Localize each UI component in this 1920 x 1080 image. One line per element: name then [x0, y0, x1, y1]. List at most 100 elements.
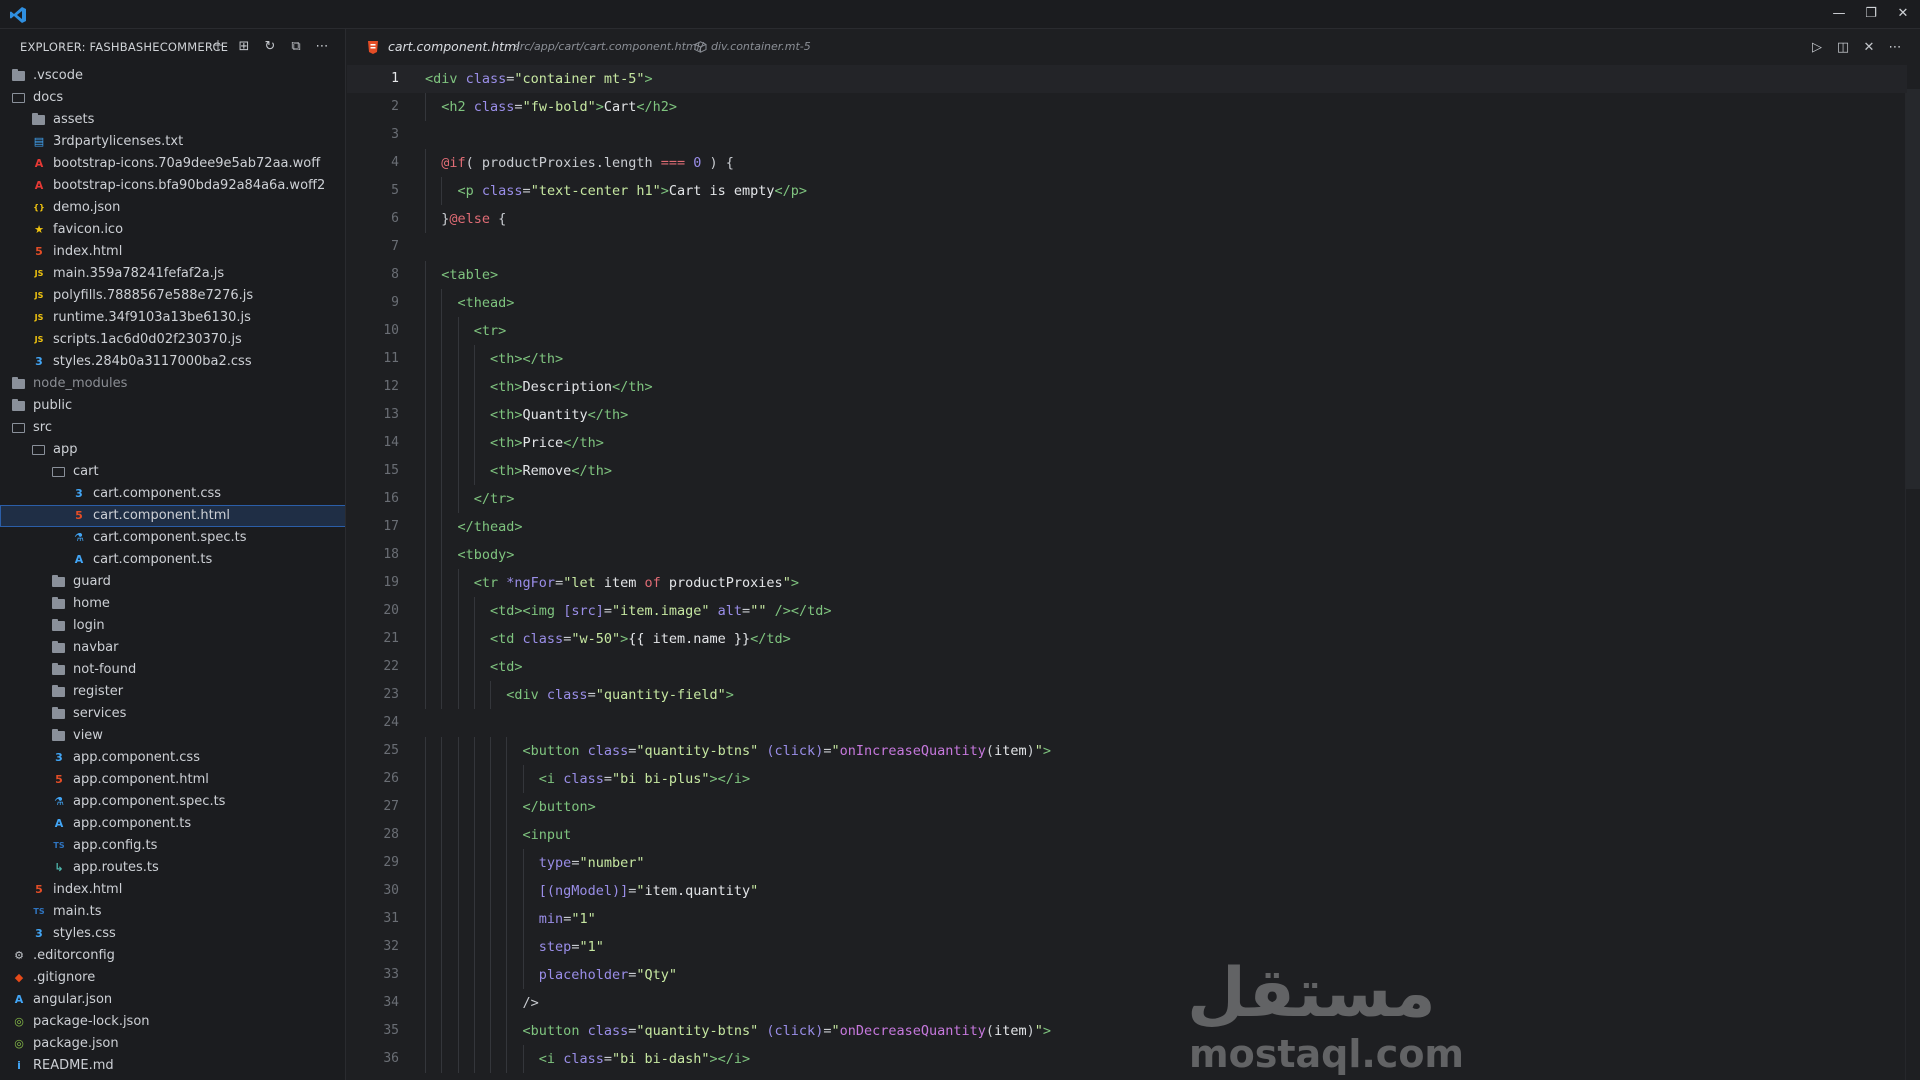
- code-token: >: [725, 687, 734, 703]
- tree-item[interactable]: Abootstrap-icons.bfa90bda92a84a6a.woff2: [0, 175, 345, 197]
- more-editor-actions-button[interactable]: ⋯: [1885, 38, 1905, 58]
- code-token: Remove: [522, 463, 572, 479]
- code-text: </tr>: [425, 485, 515, 513]
- tree-item[interactable]: src: [0, 417, 345, 439]
- tree-item[interactable]: 3 styles.284b0a3117000ba2.css: [0, 351, 345, 373]
- new-file-button[interactable]: ＋: [209, 38, 227, 56]
- tree-item[interactable]: 5 cart.component.html: [0, 505, 345, 527]
- tree-item[interactable]: i README.md: [0, 1055, 345, 1077]
- tree-item[interactable]: docs: [0, 87, 345, 109]
- line-number: 1: [391, 71, 399, 86]
- line-number: 6: [391, 211, 399, 226]
- tree-item[interactable]: node_modules: [0, 373, 345, 395]
- tree-item[interactable]: public: [0, 395, 345, 417]
- tree-item[interactable]: JS main.359a78241fefaf2a.js: [0, 263, 345, 285]
- tree-item[interactable]: ▤ 3rdpartylicenses.txt: [0, 131, 345, 153]
- tree-item[interactable]: 5 app.component.html: [0, 769, 345, 791]
- font-file-icon: A: [34, 157, 44, 170]
- tree-item[interactable]: services: [0, 703, 345, 725]
- tree-item[interactable]: ◆ .gitignore: [0, 967, 345, 989]
- tree-item[interactable]: Aangular.json: [0, 989, 345, 1011]
- code-token: @else: [449, 211, 491, 227]
- tree-item[interactable]: view: [0, 725, 345, 747]
- tree-item[interactable]: Aapp.component.ts: [0, 813, 345, 835]
- line-number: 18: [383, 547, 399, 562]
- code-line: 7: [347, 233, 1907, 261]
- code-token: </p>: [774, 183, 808, 199]
- code-token: <div: [506, 687, 547, 703]
- tree-item[interactable]: Acart.component.ts: [0, 549, 345, 571]
- split-editor-icon: ◫: [1836, 40, 1850, 55]
- tree-item[interactable]: 3 cart.component.css: [0, 483, 345, 505]
- tree-item[interactable]: ◎ package.json: [0, 1033, 345, 1055]
- tree-item[interactable]: register: [0, 681, 345, 703]
- tree-item[interactable]: ⚗ app.component.spec.ts: [0, 791, 345, 813]
- line-number: 28: [383, 827, 399, 842]
- tree-item[interactable]: 5 index.html: [0, 241, 345, 263]
- breadcrumb-file[interactable]: cart.component.html: [388, 39, 520, 54]
- new-folder-button[interactable]: ⊞: [235, 38, 253, 56]
- explorer-header: EXPLORER: FASHBASHECOMMERCE ＋ ⊞ ↻ ⧉ ⋯: [0, 29, 345, 65]
- folder-icon: [52, 619, 65, 631]
- code-line: 4 @if( productProxies.length === 0 ) {: [347, 149, 1907, 177]
- tree-item[interactable]: TS app.config.ts: [0, 835, 345, 857]
- tree-item[interactable]: ↳ app.routes.ts: [0, 857, 345, 879]
- code-token: class: [563, 771, 604, 787]
- breadcrumb: cart.component.html src/app/cart/cart.co…: [347, 29, 1920, 65]
- tree-item-label: runtime.34f9103a13be6130.js: [53, 310, 251, 325]
- tree-item[interactable]: Abootstrap-icons.70a9dee9e5ab72aa.woff: [0, 153, 345, 175]
- line-number: 7: [391, 239, 399, 254]
- tree-item-label: cart.component.css: [93, 486, 222, 501]
- tree-item[interactable]: home: [0, 593, 345, 615]
- tree-item[interactable]: ⚙ .editorconfig: [0, 945, 345, 967]
- code-token: =: [603, 771, 612, 787]
- tree-item[interactable]: TS main.ts: [0, 901, 345, 923]
- css-file-icon: 3: [35, 355, 43, 368]
- css-file-icon: 3: [75, 487, 83, 500]
- close-editor-button[interactable]: ✕: [1859, 38, 1879, 58]
- tree-item[interactable]: .vscode: [0, 65, 345, 87]
- code-token: <thead>: [457, 295, 515, 311]
- tree-item[interactable]: login: [0, 615, 345, 637]
- code-token: </th>: [571, 463, 612, 479]
- tree-item[interactable]: cart: [0, 461, 345, 483]
- tree-item[interactable]: JS runtime.34f9103a13be6130.js: [0, 307, 345, 329]
- tree-item[interactable]: ◎ package-lock.json: [0, 1011, 345, 1033]
- code-token: item: [603, 575, 645, 591]
- more-actions-button[interactable]: ⋯: [313, 38, 331, 56]
- tree-item[interactable]: ★ favicon.ico: [0, 219, 345, 241]
- breadcrumb-path[interactable]: src/app/cart/cart.component.html/: [514, 40, 703, 53]
- tree-item[interactable]: JS polyfills.7888567e588e7276.js: [0, 285, 345, 307]
- split-editor-button[interactable]: ◫: [1833, 38, 1853, 58]
- code-token: </th>: [563, 435, 604, 451]
- run-button[interactable]: ▷: [1807, 38, 1827, 58]
- restore-button[interactable]: ❐: [1858, 4, 1884, 24]
- tree-item[interactable]: assets: [0, 109, 345, 131]
- tree-item[interactable]: navbar: [0, 637, 345, 659]
- tree-item[interactable]: JS scripts.1ac6d0d02f230370.js: [0, 329, 345, 351]
- tree-item[interactable]: 3 app.component.css: [0, 747, 345, 769]
- breadcrumb-symbol[interactable]: div.container.mt-5: [711, 40, 811, 53]
- line-number: 22: [383, 659, 399, 674]
- code-line: 30 [(ngModel)]="item.quantity": [347, 877, 1907, 905]
- folder-icon: [52, 729, 65, 741]
- tree-item[interactable]: 5 index.html: [0, 879, 345, 901]
- scrollbar-thumb[interactable]: [1906, 89, 1920, 489]
- code-line: 33 placeholder="Qty": [347, 961, 1907, 989]
- tree-item[interactable]: app: [0, 439, 345, 461]
- code-editor[interactable]: 1 <div class="container mt-5"> 2 <h2 class…: [347, 65, 1920, 1080]
- collapse-all-button[interactable]: ⧉: [287, 38, 305, 56]
- minimize-button[interactable]: —: [1826, 4, 1852, 24]
- code-token: ): [1026, 1023, 1035, 1039]
- code-token: "fw-bold": [522, 99, 596, 115]
- tree-item[interactable]: ⚗ cart.component.spec.ts: [0, 527, 345, 549]
- tree-item[interactable]: 3 styles.css: [0, 923, 345, 945]
- folder-icon: [52, 575, 65, 587]
- window-close-button[interactable]: ✕: [1890, 4, 1916, 24]
- tree-item[interactable]: {} demo.json: [0, 197, 345, 219]
- refresh-button[interactable]: ↻: [261, 38, 279, 56]
- tree-item[interactable]: guard: [0, 571, 345, 593]
- tree-item[interactable]: not-found: [0, 659, 345, 681]
